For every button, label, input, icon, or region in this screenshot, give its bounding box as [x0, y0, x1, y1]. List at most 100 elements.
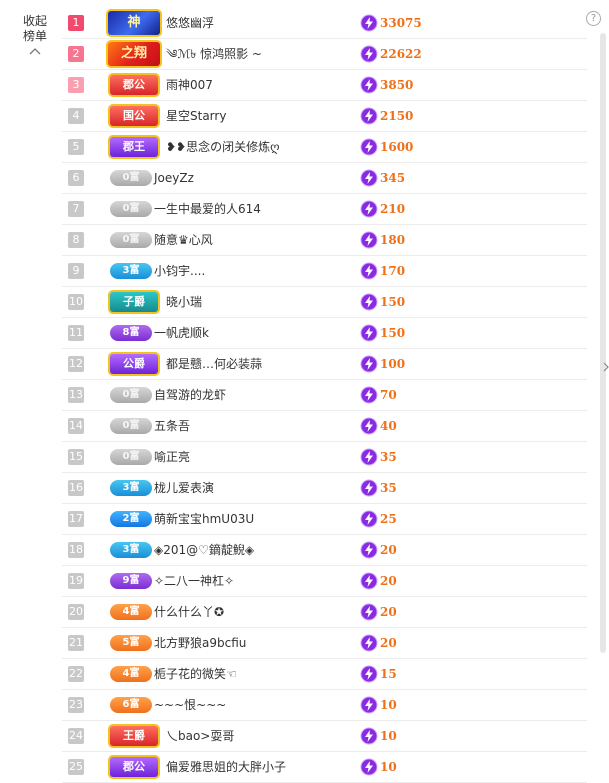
user-nickname[interactable]: 小钧宇....: [154, 256, 205, 286]
level-badge: 王爵: [110, 726, 158, 746]
rank-number: 13: [68, 387, 84, 403]
user-nickname[interactable]: 北方野狼a9bcfiu: [154, 628, 246, 658]
user-nickname[interactable]: 栊儿爱表演: [154, 473, 214, 503]
score-value: 15: [380, 667, 397, 681]
leaderboard-row[interactable]: 8 0富 随意♛心风 180: [62, 225, 587, 256]
level-badge: 0富: [110, 170, 152, 186]
rank-number: 2: [68, 46, 84, 62]
user-nickname[interactable]: ❥❥思念の闭关修炼ღ: [166, 132, 280, 162]
rank-number: 15: [68, 449, 84, 465]
score-value: 2150: [380, 109, 414, 123]
score-value: 35: [380, 450, 397, 464]
leaderboard-row[interactable]: 3 郡公 雨神007 3850: [62, 70, 587, 101]
level-badge: 子爵: [110, 292, 158, 312]
rank-number: 7: [68, 201, 84, 217]
level-badge: 之翔: [108, 42, 160, 66]
help-icon[interactable]: ?: [586, 11, 601, 26]
lightning-coin-icon: [360, 510, 378, 528]
user-nickname[interactable]: 晓小瑞: [166, 287, 202, 317]
score-value: 150: [380, 295, 406, 309]
collapse-leaderboard-button[interactable]: 收起 榜单: [14, 14, 56, 56]
score-value: 10: [380, 698, 397, 712]
leaderboard-row[interactable]: 21 5富 北方野狼a9bcfiu 20: [62, 628, 587, 659]
lightning-coin-icon: [360, 603, 378, 621]
user-nickname[interactable]: 一生中最爱的人614: [154, 194, 261, 224]
leaderboard-row[interactable]: 4 国公 星空Starry 2150: [62, 101, 587, 132]
score-value: 10: [380, 729, 397, 743]
leaderboard-row[interactable]: 25 郡公 偏爱雅思姐的大胖小子 10: [62, 752, 587, 783]
level-badge: 3富: [110, 480, 152, 496]
leaderboard-row[interactable]: 20 4富 什么什么丫✪ 20: [62, 597, 587, 628]
user-nickname[interactable]: 都是戆…何必装蒜: [166, 349, 262, 379]
score-value: 20: [380, 636, 397, 650]
score-value: 70: [380, 388, 397, 402]
leaderboard-row[interactable]: 2 之翔 ༄ℳ৳ 惊鸿照影 ~ 22622: [62, 39, 587, 70]
user-nickname[interactable]: ~~~恨~~~: [154, 690, 226, 720]
rank-number: 12: [68, 356, 84, 372]
leaderboard-row[interactable]: 23 6富 ~~~恨~~~ 10: [62, 690, 587, 721]
leaderboard-row[interactable]: 22 4富 栀子花的微笑☜ 15: [62, 659, 587, 690]
leaderboard-row[interactable]: 9 3富 小钧宇.... 170: [62, 256, 587, 287]
user-nickname[interactable]: ✧二八一神杠✧: [154, 566, 234, 596]
user-nickname[interactable]: 什么什么丫✪: [154, 597, 224, 627]
leaderboard-row[interactable]: 5 郡王 ❥❥思念の闭关修炼ღ 1600: [62, 132, 587, 163]
rank-number: 20: [68, 604, 84, 620]
leaderboard-row[interactable]: 18 3富 ◈201@♡鏑靛鯢◈ 20: [62, 535, 587, 566]
leaderboard-row[interactable]: 11 8富 一帆虎顺k 150: [62, 318, 587, 349]
score-value: 1600: [380, 140, 414, 154]
user-nickname[interactable]: JoeyZz: [154, 163, 194, 193]
leaderboard-row[interactable]: 13 0富 自驾游的龙虾 70: [62, 380, 587, 411]
collapse-label-line1: 收起: [22, 14, 47, 28]
scrollbar-track[interactable]: [600, 33, 606, 653]
user-nickname[interactable]: ◈201@♡鏑靛鯢◈: [154, 535, 254, 565]
rank-number: 18: [68, 542, 84, 558]
leaderboard-row[interactable]: 6 0富 JoeyZz 345: [62, 163, 587, 194]
level-badge: 0富: [110, 387, 152, 403]
score-value: 35: [380, 481, 397, 495]
level-badge: 5富: [110, 635, 152, 651]
lightning-coin-icon: [360, 541, 378, 559]
user-nickname[interactable]: 栀子花的微笑☜: [154, 659, 237, 689]
score-value: 22622: [380, 47, 422, 61]
user-nickname[interactable]: 一帆虎顺k: [154, 318, 209, 348]
leaderboard-row[interactable]: 19 9富 ✧二八一神杠✧ 20: [62, 566, 587, 597]
lightning-coin-icon: [360, 386, 378, 404]
user-nickname[interactable]: 萌新宝宝hmU03U: [154, 504, 254, 534]
leaderboard-row[interactable]: 17 2富 萌新宝宝hmU03U 25: [62, 504, 587, 535]
level-badge: 郡公: [110, 75, 158, 95]
score-value: 33075: [380, 16, 422, 30]
level-badge: 神: [108, 11, 160, 35]
rank-number: 24: [68, 728, 84, 744]
leaderboard-row[interactable]: 15 0富 喻正亮 35: [62, 442, 587, 473]
leaderboard-list: 1 神悠悠幽浮 33075 2 之翔 ༄ℳ৳ 惊鸿照影 ~ 22622 3 郡公 雨神007 385…: [62, 8, 587, 783]
score-value: 100: [380, 357, 406, 371]
user-nickname[interactable]: 乀bao>耍哥: [166, 721, 234, 751]
lightning-coin-icon: [360, 14, 378, 32]
user-nickname[interactable]: 偏爱雅思姐的大胖小子: [166, 752, 286, 782]
user-nickname[interactable]: 随意♛心风: [154, 225, 213, 255]
leaderboard-row[interactable]: 14 0富 五条吾 40: [62, 411, 587, 442]
user-nickname[interactable]: 星空Starry: [166, 101, 226, 131]
leaderboard-row[interactable]: 16 3富 栊儿爱表演 35: [62, 473, 587, 504]
user-nickname[interactable]: ༄ℳ৳ 惊鸿照影 ~: [166, 39, 262, 69]
rank-number: 1: [68, 15, 84, 31]
leaderboard-row[interactable]: 10 子爵 晓小瑞 150: [62, 287, 587, 318]
score-value: 40: [380, 419, 397, 433]
lightning-coin-icon: [360, 355, 378, 373]
user-nickname[interactable]: 悠悠幽浮: [166, 8, 214, 38]
leaderboard-row[interactable]: 24 王爵 乀bao>耍哥 10: [62, 721, 587, 752]
user-nickname[interactable]: 雨神007: [166, 70, 213, 100]
level-badge: 郡公: [110, 757, 158, 777]
lightning-coin-icon: [360, 262, 378, 280]
user-nickname[interactable]: 自驾游的龙虾: [154, 380, 226, 410]
leaderboard-row[interactable]: 12 公爵 都是戆…何必装蒜 100: [62, 349, 587, 380]
user-nickname[interactable]: 五条吾: [154, 411, 190, 441]
lightning-coin-icon: [360, 138, 378, 156]
lightning-coin-icon: [360, 448, 378, 466]
rank-number: 11: [68, 325, 84, 341]
chevron-right-icon[interactable]: [603, 360, 609, 374]
leaderboard-row[interactable]: 7 0富 一生中最爱的人614 210: [62, 194, 587, 225]
leaderboard-row[interactable]: 1 神 悠悠幽浮 33075: [62, 8, 587, 39]
level-badge: 0富: [110, 418, 152, 434]
user-nickname[interactable]: 喻正亮: [154, 442, 190, 472]
